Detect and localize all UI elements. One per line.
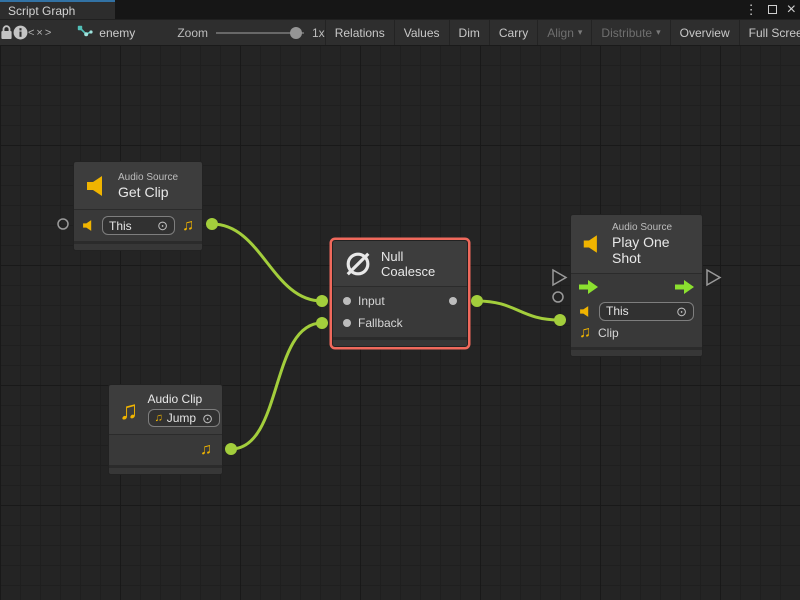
node-footer <box>109 465 222 474</box>
graph-canvas[interactable]: Audio Source Get Clip This ⊙ ♫ <box>0 46 800 600</box>
result-output-port[interactable] <box>449 297 457 305</box>
zoom-slider[interactable] <box>216 26 304 40</box>
relations-button[interactable]: Relations <box>325 20 394 45</box>
object-picker-icon[interactable]: ⊙ <box>157 219 168 232</box>
audio-clip-output-icon: ♫ <box>182 218 194 234</box>
flow-in-arrow-icon[interactable] <box>579 280 598 294</box>
values-button[interactable]: Values <box>394 20 449 45</box>
zoom-label: Zoom <box>177 26 208 40</box>
code-view-button[interactable]: <×> <box>28 20 53 45</box>
zoom-control: Zoom 1x <box>177 20 324 45</box>
audio-clip-output-icon: ♫ <box>200 442 212 458</box>
info-icon <box>13 25 28 40</box>
node-audio-clip[interactable]: ♫ Audio Clip ♫ Jump ⊙ ♫ <box>108 384 223 475</box>
node-null-coalesce[interactable]: Null Coalesce Input Fallback <box>332 240 468 347</box>
node-title: Null Coalesce <box>381 249 456 279</box>
node-title: Audio Clip <box>148 392 221 406</box>
object-picker-icon[interactable]: ⊙ <box>676 305 687 318</box>
music-note-icon: ♫ <box>155 413 163 424</box>
tab-script-graph[interactable]: Script Graph <box>0 0 115 19</box>
lock-button[interactable] <box>0 20 13 45</box>
code-icon: <×> <box>28 27 53 39</box>
wire-output-to-clip[interactable] <box>477 301 560 320</box>
overview-button[interactable]: Overview <box>670 20 739 45</box>
graph-toolbar: <×> enemy Zoom 1x Relations Valu <box>0 19 800 46</box>
window-close-icon[interactable]: × <box>787 2 796 18</box>
graph-breadcrumb[interactable]: enemy <box>77 20 135 45</box>
audio-source-icon <box>579 305 592 318</box>
flow-out-arrow-icon[interactable] <box>675 280 694 294</box>
distribute-button[interactable]: Distribute ▾ <box>591 20 669 45</box>
align-button[interactable]: Align ▾ <box>537 20 591 45</box>
object-picker-icon[interactable]: ⊙ <box>202 412 213 425</box>
node-header: Audio Source Play One Shot <box>571 215 702 274</box>
input-port[interactable] <box>343 297 351 305</box>
node-title: Play One Shot <box>612 234 691 266</box>
playoneshot-enter-port[interactable] <box>553 270 566 285</box>
audio-source-icon <box>582 232 603 256</box>
window-maximize-icon[interactable] <box>768 5 777 14</box>
info-button[interactable] <box>13 20 28 45</box>
fallback-port[interactable] <box>343 319 351 327</box>
node-footer <box>74 241 202 250</box>
fallback-port-label: Fallback <box>358 316 403 330</box>
this-object-field[interactable]: This ⊙ <box>102 216 175 235</box>
node-header: Null Coalesce <box>333 241 467 287</box>
node-footer <box>571 347 702 356</box>
node-header: Audio Source Get Clip <box>74 162 202 210</box>
toolbar-buttons: Relations Values Dim Carry Align ▾ Distr… <box>325 20 800 45</box>
graph-name: enemy <box>99 26 135 40</box>
node-subtitle: Audio Source <box>118 172 178 183</box>
null-coalesce-icon <box>344 249 372 279</box>
wire-audioclip-to-fallback[interactable] <box>231 323 322 449</box>
carry-button[interactable]: Carry <box>489 20 537 45</box>
node-title: Get Clip <box>118 184 178 200</box>
node-footer <box>333 337 467 346</box>
audio-source-icon <box>85 174 109 198</box>
graph-icon <box>77 25 93 40</box>
chevron-down-icon: ▾ <box>656 27 661 38</box>
node-subtitle: Audio Source <box>612 222 691 233</box>
wire-getclip-to-input[interactable] <box>212 224 322 301</box>
getclip-this-port[interactable] <box>58 219 68 229</box>
clip-input-icon: ♫ <box>579 325 591 341</box>
playoneshot-this-port[interactable] <box>553 292 563 302</box>
window-menu-icon[interactable]: ⋮ <box>745 3 758 16</box>
audio-clip-icon: ♫ <box>119 397 139 423</box>
chevron-down-icon: ▾ <box>578 27 583 38</box>
zoom-value: 1x <box>312 26 325 40</box>
playoneshot-exit-port[interactable] <box>707 270 720 285</box>
audio-clip-object-field[interactable]: ♫ Jump ⊙ <box>148 409 221 427</box>
window-controls: ⋮ × <box>745 0 796 19</box>
dim-button[interactable]: Dim <box>449 20 489 45</box>
input-port-label: Input <box>358 294 385 308</box>
script-graph-window: Script Graph ⋮ × <×> <box>0 0 800 600</box>
node-header: ♫ Audio Clip ♫ Jump ⊙ <box>109 385 222 435</box>
node-get-clip[interactable]: Audio Source Get Clip This ⊙ ♫ <box>73 161 203 251</box>
this-object-field[interactable]: This ⊙ <box>599 302 694 321</box>
zoom-slider-handle[interactable] <box>290 27 302 39</box>
tab-title: Script Graph <box>8 4 75 18</box>
lock-icon <box>0 25 13 40</box>
node-play-one-shot[interactable]: Audio Source Play One Shot <box>570 214 703 357</box>
tab-bar: Script Graph ⋮ × <box>0 0 800 19</box>
full-screen-button[interactable]: Full Screen <box>739 20 800 45</box>
audio-source-icon <box>82 219 95 232</box>
clip-port-label: Clip <box>598 326 619 340</box>
